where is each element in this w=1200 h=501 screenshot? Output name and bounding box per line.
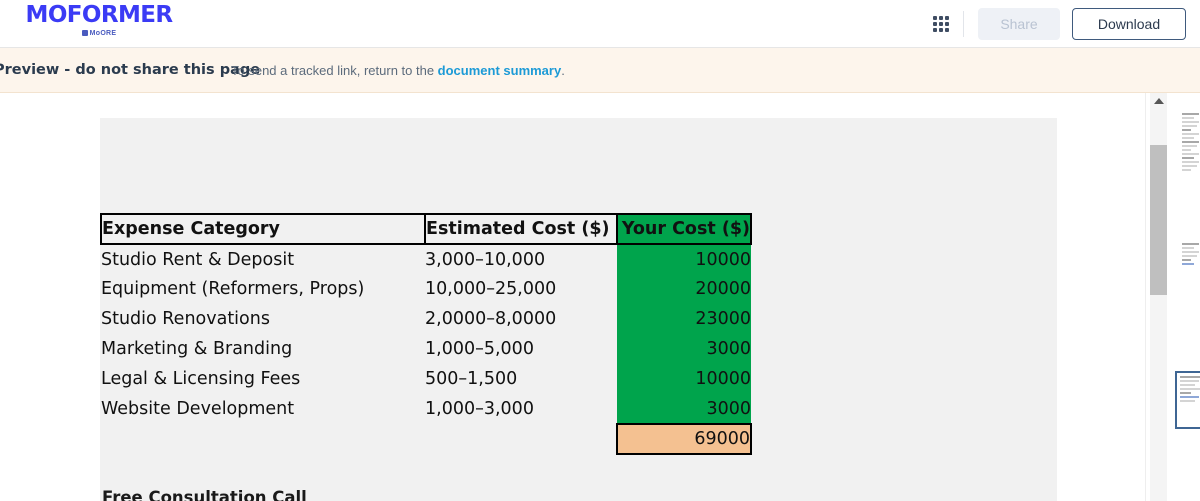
share-button[interactable]: Share: [978, 8, 1060, 40]
cell-your-cost: 10000: [617, 244, 751, 274]
expense-table-body: Studio Rent & Deposit 3,000–10,000 10000…: [101, 244, 751, 454]
cell-category: Marketing & Branding: [101, 334, 425, 364]
cell-estimated: 3,000–10,000: [425, 244, 617, 274]
column-header-category: Expense Category: [101, 214, 425, 244]
vertical-scrollbar[interactable]: [1150, 93, 1167, 501]
preview-banner-text-before: To send a tracked link, return to the: [231, 63, 438, 78]
table-header-row: Expense Category Estimated Cost ($) Your…: [101, 214, 751, 244]
cell-your-cost: 10000: [617, 364, 751, 394]
scrollbar-thumb[interactable]: [1150, 145, 1167, 295]
preview-banner-message: To send a tracked link, return to the do…: [231, 63, 565, 78]
page-thumbnail-list: [1173, 93, 1200, 501]
brand-mark-icon: [82, 30, 88, 36]
page-thumbnail-active[interactable]: [1175, 371, 1200, 429]
cell-your-cost: 3000: [617, 394, 751, 424]
cell-total-spacer-estimated: [425, 424, 617, 454]
brand-name: MOFORMER: [14, 2, 184, 28]
top-bar-actions: Share Download: [933, 0, 1186, 48]
consultation-section: Free Consultation Call Get expert advice…: [102, 487, 1052, 501]
table-total-row: 69000: [101, 424, 751, 454]
preview-banner: Preview - do not share this page To send…: [0, 48, 1200, 93]
cell-estimated: 500–1,500: [425, 364, 617, 394]
document-summary-link[interactable]: document summary: [438, 63, 562, 78]
grid-apps-icon[interactable]: [933, 16, 949, 32]
preview-banner-title: Preview - do not share this page: [0, 62, 260, 78]
column-header-your-cost: Your Cost ($): [617, 214, 751, 244]
page-thumbnail[interactable]: [1180, 111, 1200, 199]
cell-category: Studio Renovations: [101, 304, 425, 334]
table-row: Studio Rent & Deposit 3,000–10,000 10000: [101, 244, 751, 274]
page-thumbnail[interactable]: [1180, 241, 1200, 281]
top-bar: MOFORMER MoORE Share Download: [0, 0, 1200, 48]
section-heading: Free Consultation Call: [102, 487, 1052, 501]
table-row: Website Development 1,000–3,000 3000: [101, 394, 751, 424]
cell-estimated: 2,0000–8,0000: [425, 304, 617, 334]
table-row: Studio Renovations 2,0000–8,0000 23000: [101, 304, 751, 334]
cell-your-cost: 3000: [617, 334, 751, 364]
toolbar-divider: [963, 11, 964, 37]
table-row: Marketing & Branding 1,000–5,000 3000: [101, 334, 751, 364]
column-header-estimated-cost: Estimated Cost ($): [425, 214, 617, 244]
cell-estimated: 10,000–25,000: [425, 274, 617, 304]
cell-category: Studio Rent & Deposit: [101, 244, 425, 274]
right-rail: [1145, 93, 1200, 501]
cell-estimated: 1,000–3,000: [425, 394, 617, 424]
cell-your-cost: 20000: [617, 274, 751, 304]
brand-subtitle-text: MoORE: [90, 30, 117, 37]
cell-estimated: 1,000–5,000: [425, 334, 617, 364]
cell-category: Legal & Licensing Fees: [101, 364, 425, 394]
preview-banner-text-after: .: [561, 63, 565, 78]
cell-total-your-cost: 69000: [617, 424, 751, 454]
brand-logo[interactable]: MOFORMER MoORE: [14, 2, 184, 38]
cell-category: Equipment (Reformers, Props): [101, 274, 425, 304]
brand-subtitle: MoORE: [14, 29, 184, 38]
cell-total-spacer-category: [101, 424, 425, 454]
expense-table: Expense Category Estimated Cost ($) Your…: [100, 213, 752, 455]
triangle-up-icon[interactable]: [1150, 93, 1167, 109]
table-row: Legal & Licensing Fees 500–1,500 10000: [101, 364, 751, 394]
document-viewer[interactable]: Expense Category Estimated Cost ($) Your…: [0, 93, 1145, 501]
cell-category: Website Development: [101, 394, 425, 424]
table-row: Equipment (Reformers, Props) 10,000–25,0…: [101, 274, 751, 304]
expense-table-header: Expense Category Estimated Cost ($) Your…: [101, 214, 751, 244]
download-button[interactable]: Download: [1072, 8, 1186, 40]
cell-your-cost: 23000: [617, 304, 751, 334]
